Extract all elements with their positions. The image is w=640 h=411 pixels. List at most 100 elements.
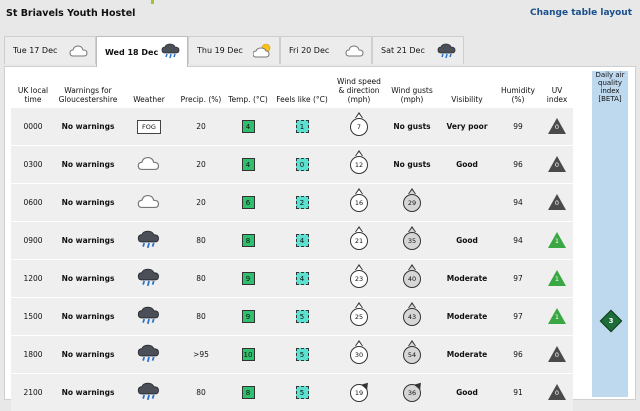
sun-cloud-icon: [253, 43, 273, 59]
weather-cell: [121, 374, 177, 411]
change-table-layout-link[interactable]: Change table layout: [530, 8, 632, 18]
precip-value: 20: [196, 198, 206, 207]
tab-4[interactable]: Sat 21 Dec: [372, 36, 464, 64]
rain-cloud-icon: [137, 230, 161, 251]
gusts-cell: 29: [385, 184, 439, 222]
uv-value: 0: [554, 199, 560, 207]
visibility-cell: Good: [439, 146, 495, 184]
wind-cell: 23: [333, 260, 385, 298]
uv-value: 1: [554, 313, 560, 321]
feels-like-value: 5: [296, 310, 309, 323]
col-feels: Feels like (°C): [271, 77, 333, 108]
warnings-value: No warnings: [62, 312, 115, 321]
visibility-value: Moderate: [447, 274, 488, 283]
table-row: 0300No warnings204012No gustsGood960: [11, 146, 573, 184]
col-warnings: Warnings for Gloucestershire: [55, 77, 121, 108]
uv-triangle-icon: 1: [548, 232, 566, 248]
cloud-icon: [137, 192, 161, 213]
cloud-icon: [137, 154, 161, 175]
visibility-value: Moderate: [447, 350, 488, 359]
weather-cell: [121, 298, 177, 336]
feels-like-value: 2: [296, 196, 309, 209]
temp-cell: 6: [225, 184, 271, 222]
warnings-cell: No warnings: [55, 298, 121, 336]
wind-cell: 30: [333, 336, 385, 374]
rain-cloud-icon: [437, 43, 457, 59]
temp-cell: 9: [225, 260, 271, 298]
tab-3[interactable]: Fri 20 Dec: [280, 36, 372, 64]
table-row: 0600No warnings20621629940: [11, 184, 573, 222]
forecast-panel: Daily air quality index [BETA] 3 UK loca…: [4, 66, 636, 400]
weather-cell: [121, 260, 177, 298]
warnings-value: No warnings: [62, 236, 115, 245]
wind-speed-value: 30: [355, 351, 363, 359]
uv-cell: 1: [541, 260, 573, 298]
col-visibility: Visibility: [439, 77, 495, 108]
warnings-cell: No warnings: [55, 184, 121, 222]
wind-speed-value: 21: [355, 237, 363, 245]
precip-cell: 80: [177, 298, 225, 336]
uv-cell: 0: [541, 336, 573, 374]
col-uv: UV index: [541, 77, 573, 108]
uv-triangle-icon: 0: [548, 194, 566, 210]
humidity-value: 97: [513, 312, 523, 321]
air-quality-value: 3: [603, 313, 619, 329]
uv-cell: 0: [541, 374, 573, 411]
precip-cell: >95: [177, 336, 225, 374]
feels-like-value: 0: [296, 158, 309, 171]
uv-value: 0: [554, 123, 560, 131]
precip-value: 20: [196, 122, 206, 131]
temp-value: 4: [242, 158, 255, 171]
time-value: 2100: [23, 388, 42, 397]
humidity-value: 94: [513, 198, 523, 207]
wind-cell: 16: [333, 184, 385, 222]
uv-triangle-icon: 0: [548, 384, 566, 400]
gusts-value: 40: [408, 275, 416, 283]
weather-cell: [121, 184, 177, 222]
time-value: 0000: [23, 122, 42, 131]
wind-gust-icon: 35: [403, 232, 421, 250]
feels-like-value: 1: [296, 120, 309, 133]
uv-triangle-icon: 0: [548, 156, 566, 172]
air-quality-column: [592, 71, 628, 397]
precip-value: 80: [196, 312, 206, 321]
uv-cell: 0: [541, 184, 573, 222]
col-time: UK local time: [11, 77, 55, 108]
gusts-value: 36: [408, 389, 416, 397]
humidity-value: 91: [513, 388, 523, 397]
weather-cell: [121, 222, 177, 260]
tab-2[interactable]: Thu 19 Dec: [188, 36, 280, 64]
uv-value: 0: [554, 351, 560, 359]
precip-cell: 20: [177, 108, 225, 146]
warnings-value: No warnings: [62, 122, 115, 131]
cloud-icon: [69, 43, 89, 59]
temp-value: 4: [242, 120, 255, 133]
tab-1[interactable]: Wed 18 Dec: [96, 36, 188, 67]
warnings-cell: No warnings: [55, 222, 121, 260]
tab-label: Wed 18 Dec: [105, 48, 158, 57]
day-tabs: Tue 17 Dec Wed 18 Dec Thu 19 Dec Fri 20 Dec…: [4, 36, 636, 66]
warnings-cell: No warnings: [55, 108, 121, 146]
time-value: 1500: [23, 312, 42, 321]
wind-direction-icon: 19: [350, 384, 368, 402]
feels-cell: 4: [271, 222, 333, 260]
wind-direction-icon: 12: [350, 156, 368, 174]
table-row: 0000No warningsFOG20417No gustsVery poor…: [11, 108, 573, 146]
wind-gust-icon: 54: [403, 346, 421, 364]
uv-triangle-icon: 1: [548, 308, 566, 324]
feels-cell: 5: [271, 374, 333, 411]
humidity-cell: 96: [495, 336, 541, 374]
tab-label: Sat 21 Dec: [381, 46, 425, 55]
tab-0[interactable]: Tue 17 Dec: [4, 36, 96, 64]
gusts-cell: 40: [385, 260, 439, 298]
wind-direction-icon: 25: [350, 308, 368, 326]
tab-label: Thu 19 Dec: [197, 46, 243, 55]
visibility-cell: Moderate: [439, 298, 495, 336]
time-value: 1200: [23, 274, 42, 283]
precip-cell: 20: [177, 146, 225, 184]
feels-like-value: 5: [296, 386, 309, 399]
visibility-cell: Moderate: [439, 260, 495, 298]
rain-cloud-icon: [137, 268, 161, 289]
precip-cell: 20: [177, 184, 225, 222]
uv-cell: 0: [541, 108, 573, 146]
